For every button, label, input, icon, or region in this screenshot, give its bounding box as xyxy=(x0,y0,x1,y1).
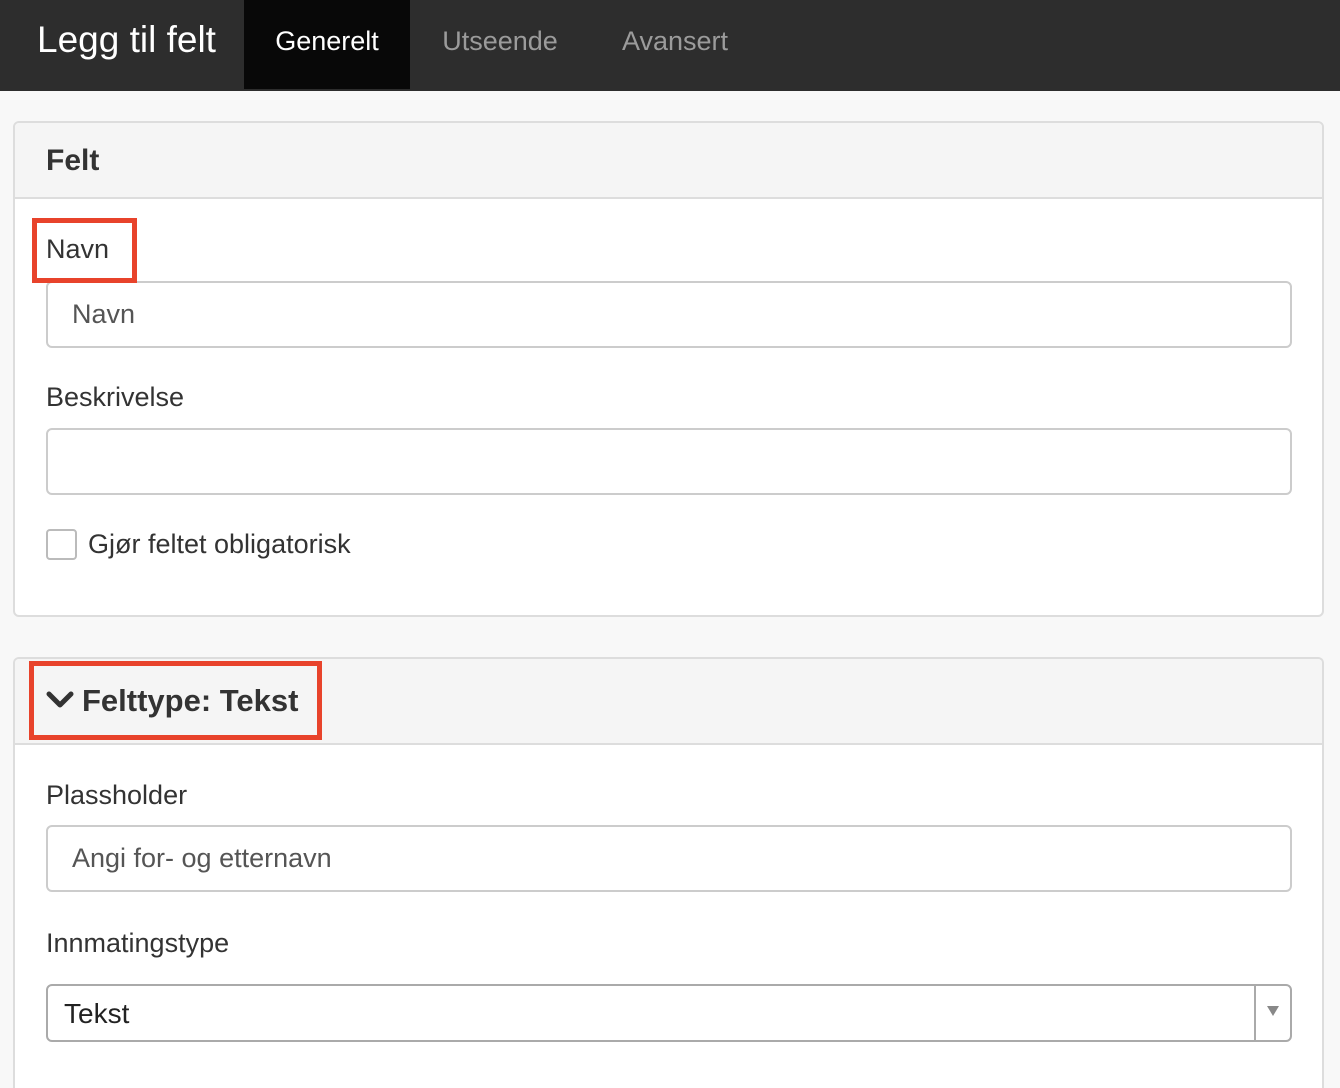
felt-panel-title: Felt xyxy=(46,144,100,177)
felttype-toggle[interactable]: Felttype: Tekst xyxy=(46,683,298,719)
felttype-panel-heading: Felttype: Tekst xyxy=(15,659,1322,745)
top-bar: Legg til felt Generelt Utseende Avansert xyxy=(0,0,1340,91)
description-input[interactable] xyxy=(46,428,1292,495)
felt-panel-heading: Felt xyxy=(15,123,1322,199)
input-type-selected-value: Tekst xyxy=(64,998,130,1029)
required-checkbox[interactable] xyxy=(46,529,77,560)
input-type-label: Innmatingstype xyxy=(46,928,230,958)
name-input[interactable] xyxy=(46,281,1292,348)
name-label: Navn xyxy=(46,234,110,264)
required-checkbox-label[interactable]: Gjør feltet obligatorisk xyxy=(88,528,351,560)
dropdown-arrow-icon[interactable] xyxy=(1267,1006,1279,1016)
chevron-down-icon xyxy=(46,691,74,708)
select-divider xyxy=(1254,986,1256,1040)
tab-avansert[interactable]: Avansert xyxy=(590,0,760,89)
tab-generelt[interactable]: Generelt xyxy=(244,0,410,89)
felttype-panel: Felttype: Tekst Plassholder Innmatingsty… xyxy=(13,657,1324,1088)
input-type-select[interactable]: Tekst xyxy=(46,984,1292,1042)
placeholder-input[interactable] xyxy=(46,825,1292,892)
felt-panel: Felt Navn Beskrivelse Gjør feltet obliga… xyxy=(13,121,1324,617)
dialog-title: Legg til felt xyxy=(37,19,216,60)
felttype-title: Felttype: Tekst xyxy=(82,683,299,718)
placeholder-label: Plassholder xyxy=(46,780,188,810)
tab-utseende[interactable]: Utseende xyxy=(410,0,590,89)
description-label: Beskrivelse xyxy=(46,382,185,412)
